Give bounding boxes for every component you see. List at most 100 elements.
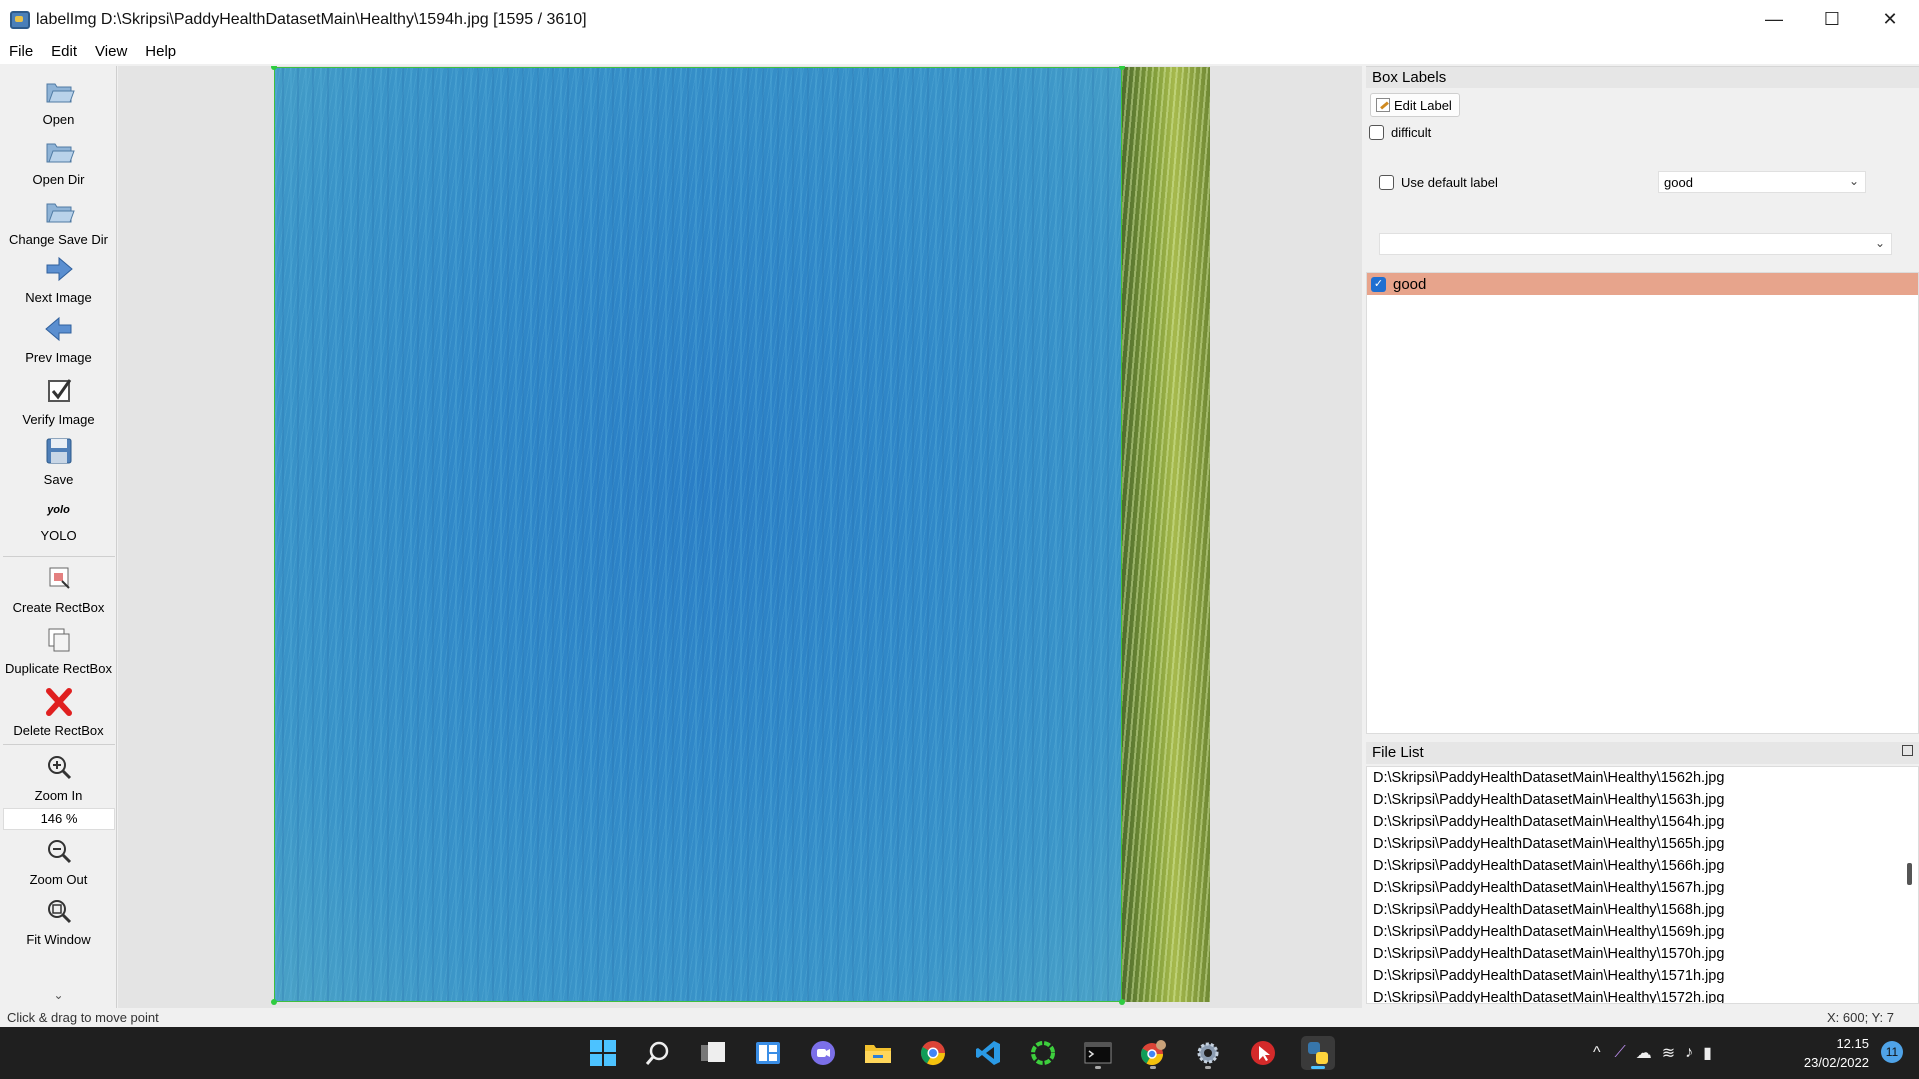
floppy-disk-icon [46,438,71,464]
bbox-corner-handle[interactable] [271,999,277,1005]
use-default-label-text: Use default label [1401,175,1498,190]
show-hidden-icons-icon[interactable]: ^ [1593,1044,1601,1062]
image-canvas[interactable] [118,66,1362,1008]
prev-image-button[interactable]: Prev Image [0,314,117,365]
chevron-down-icon: ⌄ [1874,236,1885,250]
create-rectbox-button[interactable]: Create RectBox [0,564,117,615]
list-item[interactable]: D:\Skripsi\PaddyHealthDatasetMain\Health… [1367,789,1918,811]
label-list-item[interactable]: ✓ good [1367,273,1918,295]
widgets-icon[interactable] [751,1036,785,1070]
search-icon[interactable] [641,1036,675,1070]
difficult-label: difficult [1391,125,1432,140]
zoom-out-button[interactable]: Zoom Out [0,836,117,887]
vscode-icon[interactable] [971,1036,1005,1070]
next-image-button[interactable]: Next Image [0,254,117,305]
list-item[interactable]: D:\Skripsi\PaddyHealthDatasetMain\Health… [1367,965,1918,987]
list-item[interactable]: D:\Skripsi\PaddyHealthDatasetMain\Health… [1367,833,1918,855]
open-button[interactable]: Open [0,76,117,127]
delete-x-icon [45,688,72,716]
list-item[interactable]: D:\Skripsi\PaddyHealthDatasetMain\Health… [1367,987,1918,1003]
clock-time: 12.15 [1836,1036,1869,1051]
menu-bar: File Edit View Help [0,39,1919,64]
wifi-icon[interactable]: ≋ [1662,1043,1675,1063]
list-item[interactable]: D:\Skripsi\PaddyHealthDatasetMain\Health… [1367,877,1918,899]
notification-badge[interactable]: 11 [1881,1041,1903,1063]
toolbar-separator [3,556,115,557]
float-window-icon[interactable] [1902,745,1913,756]
toolbar-separator [3,744,115,745]
list-item[interactable]: D:\Skripsi\PaddyHealthDatasetMain\Health… [1367,921,1918,943]
cloud-icon[interactable]: ☁ [1636,1043,1652,1063]
label-filter-combo[interactable]: ⌄ [1379,233,1892,255]
change-save-dir-label: Change Save Dir [9,232,108,247]
chevron-down-icon[interactable]: ⌄ [0,988,117,1002]
duplicate-icon [48,628,69,652]
menu-view[interactable]: View [86,43,136,60]
terminal-icon[interactable] [1081,1036,1115,1070]
task-view-icon[interactable] [696,1036,730,1070]
title-bar: labelImg D:\Skripsi\PaddyHealthDatasetMa… [0,0,1919,39]
menu-edit[interactable]: Edit [42,43,86,60]
list-item[interactable]: D:\Skripsi\PaddyHealthDatasetMain\Health… [1367,943,1918,965]
change-save-dir-button[interactable]: Change Save Dir [0,196,117,247]
taskbar-clock[interactable]: 12.15 23/02/2022 [1804,1034,1869,1072]
fit-window-label: Fit Window [26,932,91,947]
chrome-profile-icon[interactable] [1136,1036,1170,1070]
windows-start-icon[interactable] [586,1036,620,1070]
minimize-button[interactable]: — [1745,0,1803,39]
menu-help[interactable]: Help [136,43,185,60]
default-label-combo[interactable]: good ⌄ [1658,171,1866,193]
teams-chat-icon[interactable] [806,1036,840,1070]
running-indicator [1150,1066,1156,1069]
use-default-label-checkbox[interactable] [1379,175,1394,190]
prev-image-label: Prev Image [25,350,92,365]
edit-label-button[interactable]: Edit Label [1370,93,1460,117]
list-item[interactable]: D:\Skripsi\PaddyHealthDatasetMain\Health… [1367,811,1918,833]
box-labels-panel: Edit Label difficult Use default label g… [1366,88,1919,735]
arrow-left-icon [44,316,71,342]
file-list-scrollbar[interactable] [1907,863,1912,885]
menu-file[interactable]: File [0,43,42,60]
battery-icon[interactable]: ▮ [1703,1043,1712,1063]
bounding-box-region[interactable] [274,67,1122,1002]
create-rectbox-label: Create RectBox [12,600,105,615]
list-item[interactable]: D:\Skripsi\PaddyHealthDatasetMain\Health… [1367,899,1918,921]
file-explorer-icon[interactable] [861,1036,895,1070]
duplicate-rectbox-button[interactable]: Duplicate RectBox [0,625,117,676]
app-circle-icon[interactable] [1026,1036,1060,1070]
close-button[interactable]: ✕ [1861,0,1919,39]
format-yolo-button[interactable]: yolo YOLO [0,504,117,543]
maximize-button[interactable]: ☐ [1803,0,1861,39]
checkmark-icon[interactable]: ✓ [1371,276,1386,292]
zoom-in-button[interactable]: Zoom In [0,752,117,803]
bbox-corner-handle[interactable] [1119,999,1125,1005]
open-dir-button[interactable]: Open Dir [0,136,117,187]
open-folder-icon [46,203,75,223]
save-button[interactable]: Save [0,436,117,487]
delete-rectbox-button[interactable]: Delete RectBox [0,687,117,738]
open-dir-label: Open Dir [32,172,85,187]
left-toolbar: Open Open Dir Change Save Dir Next Image… [0,66,117,1008]
default-label-value: good [1664,174,1693,190]
verify-image-button[interactable]: Verify Image [0,376,117,427]
volume-icon[interactable]: ♪ [1685,1044,1693,1062]
zoom-in-icon [47,756,71,780]
settings-gear-icon[interactable] [1191,1036,1225,1070]
pointer-app-icon[interactable] [1246,1036,1280,1070]
pen-feather-icon[interactable]: ⟋ [1615,1044,1626,1062]
edit-label-text: Edit Label [1394,97,1452,113]
checkbox-icon [47,379,71,402]
use-default-label-row[interactable]: Use default label [1379,175,1498,190]
open-folder-icon [46,143,75,163]
list-item[interactable]: D:\Skripsi\PaddyHealthDatasetMain\Health… [1367,855,1918,877]
chrome-icon[interactable] [916,1036,950,1070]
list-item[interactable]: D:\Skripsi\PaddyHealthDatasetMain\Health… [1367,767,1918,789]
python-labelimg-icon[interactable] [1301,1036,1335,1070]
open-label: Open [42,112,75,127]
system-tray: ^ ⟋ ☁ ≋ ♪ ▮ [1593,1027,1712,1079]
zoom-level-spinbox[interactable]: 146 % [3,808,115,830]
difficult-checkbox-row[interactable]: difficult [1369,125,1431,140]
difficult-checkbox[interactable] [1369,125,1384,140]
fit-window-button[interactable]: Fit Window [0,896,117,947]
file-list-title-bar: File List [1366,742,1919,764]
